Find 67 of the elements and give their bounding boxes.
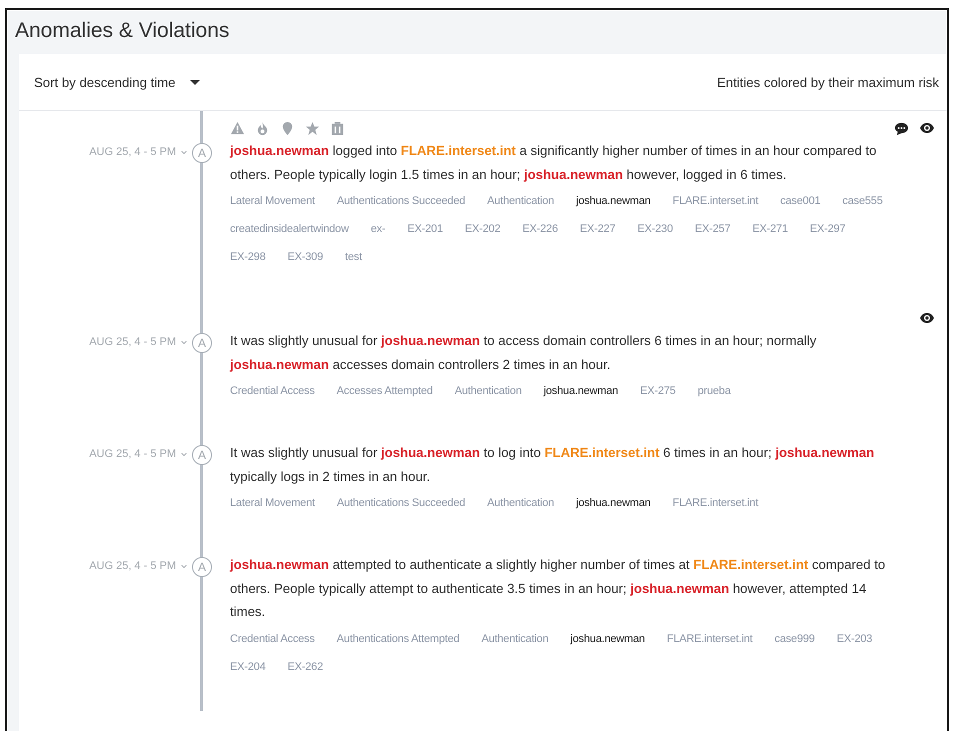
chevron-down-icon (180, 562, 188, 570)
tag-label[interactable]: Authentication (481, 624, 548, 652)
eye-icon[interactable] (919, 120, 935, 136)
alert-description: joshua.newman attempted to authenticate a slightly higher number of times at FLARE.interset.int compared to others. People typically attempt to authenticate 3.5 times in an hour; joshua.newman however, attempted 14 times. (230, 556, 886, 621)
location-pin-icon (280, 120, 295, 136)
tag-label[interactable]: Authentication (454, 377, 522, 405)
tag-label[interactable]: FLARE.interset.int (666, 624, 753, 652)
tag-label[interactable]: EX-227 (580, 215, 616, 243)
tag-label[interactable]: Authentications Succeeded (336, 489, 466, 517)
star-icon (305, 120, 320, 136)
alert-type-badge: A (192, 143, 212, 163)
eye-icon[interactable] (919, 310, 935, 326)
time-range-dropdown[interactable]: AUG 25, 4 - 5 PM (89, 146, 188, 158)
tag-label[interactable]: EX-257 (694, 215, 730, 243)
alert-description: It was slightly unusual for joshua.newman to access domain controllers 6 times in an hour; normally joshua.newman accesses domain controllers 2 times in an hour. (230, 332, 818, 374)
tag-label[interactable]: Authentication (487, 187, 554, 215)
flame-icon (255, 120, 270, 136)
tag-label[interactable]: Accesses Attempted (336, 377, 433, 405)
warning-icon (230, 120, 245, 136)
tag-label[interactable]: Authentication (487, 489, 554, 517)
tag-label[interactable]: EX-201 (407, 215, 443, 243)
time-range-dropdown[interactable]: AUG 25, 4 - 5 PM (89, 336, 188, 348)
tag-label[interactable]: test (345, 243, 362, 271)
alert-type-badge: A (192, 445, 212, 465)
tag-label[interactable]: createdinsidealertwindow (230, 215, 349, 243)
chevron-down-icon (180, 338, 188, 346)
tag-label[interactable]: EX-230 (637, 215, 673, 243)
alert-type-badge: A (192, 333, 212, 353)
tag-label[interactable]: Lateral Movement (230, 489, 315, 517)
risk-legend-text: Entities colored by their maximum risk (716, 74, 939, 90)
tag-label[interactable]: EX-203 (836, 624, 872, 652)
tag-label[interactable]: joshua.newman (576, 489, 651, 517)
tag-label[interactable]: Lateral Movement (230, 187, 315, 215)
sort-dropdown[interactable]: Sort by descending time (34, 74, 202, 90)
tag-label[interactable]: case001 (780, 187, 820, 215)
tag-label[interactable]: case555 (842, 187, 883, 215)
alert-description: It was slightly unusual for joshua.newman to log into FLARE.interset.int 6 times in an hour; joshua.newman typically logs in 2 times in an hour. (230, 444, 876, 486)
panel-title: Anomalies & Violations (14, 18, 230, 44)
tag-label[interactable]: EX-226 (522, 215, 558, 243)
tag-label[interactable]: joshua.newman (544, 377, 618, 405)
caret-icon (189, 78, 202, 86)
tag-label[interactable]: EX-297 (810, 215, 846, 243)
tag-label[interactable]: case999 (774, 624, 815, 652)
tag-label[interactable]: EX-275 (640, 377, 676, 405)
tag-label[interactable]: Authentications Succeeded (336, 187, 466, 215)
time-range-dropdown[interactable]: AUG 25, 4 - 5 PM (89, 560, 188, 572)
alert-description: joshua.newman logged into FLARE.interset.int a significantly higher number of times in an hour compared to others. People typically login 1.5 times in an hour; joshua.newman however, logged in 6 times. (230, 142, 878, 184)
tag-label[interactable]: EX-271 (752, 215, 788, 243)
tag-label[interactable]: Credential Access (230, 624, 315, 652)
tag-label[interactable]: FLARE.interset.int (672, 489, 758, 517)
alert-type-badge: A (192, 557, 212, 577)
tag-label[interactable]: EX-202 (464, 215, 500, 243)
tag-label[interactable]: Authentications Attempted (336, 624, 460, 652)
tag-label[interactable]: EX-309 (288, 243, 323, 271)
tag-label[interactable]: ex- (370, 215, 386, 243)
tag-label[interactable]: FLARE.interset.int (672, 187, 758, 215)
tag-label[interactable]: Credential Access (230, 377, 315, 405)
tag-label[interactable]: prueba (698, 377, 731, 405)
comment-icon[interactable] (894, 120, 909, 136)
tag-label[interactable]: EX-262 (288, 652, 323, 680)
tag-label[interactable]: EX-204 (230, 652, 266, 680)
chevron-down-icon (180, 148, 188, 156)
time-range-dropdown[interactable]: AUG 25, 4 - 5 PM (89, 448, 188, 460)
chevron-down-icon (180, 450, 188, 458)
tag-label[interactable]: joshua.newman (576, 187, 651, 215)
tag-label[interactable]: joshua.newman (570, 624, 645, 652)
tag-label[interactable]: EX-298 (230, 243, 266, 271)
